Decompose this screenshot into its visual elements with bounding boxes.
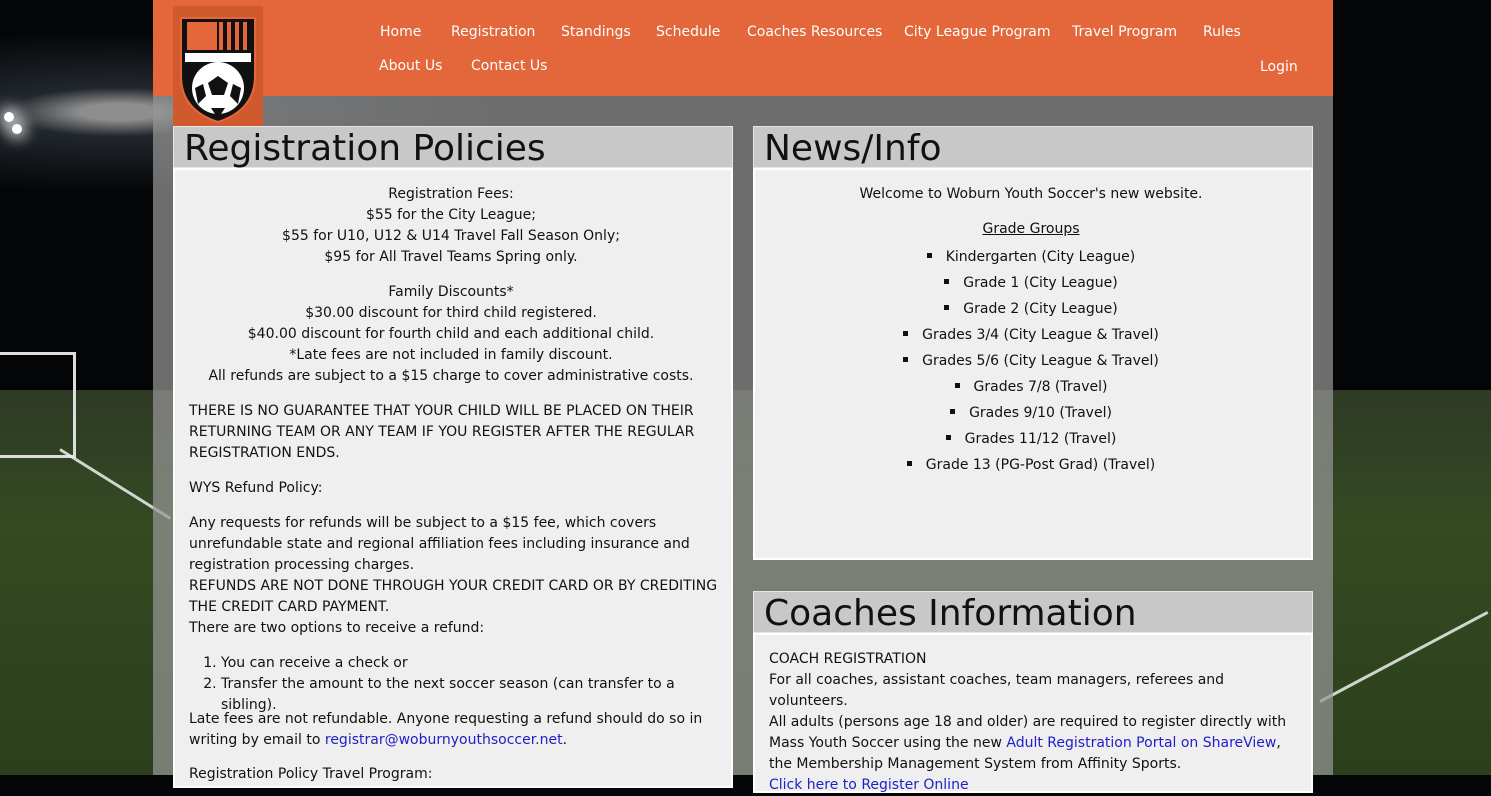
nav-city-league-program[interactable]: City League Program — [904, 24, 1051, 40]
adult-registration-portal-link[interactable]: Adult Registration Portal on ShareView — [1006, 735, 1276, 751]
registration-title: Registration Policies — [173, 126, 733, 169]
discounts-heading: Family Discounts* — [388, 284, 514, 300]
grade-group-item: Grades 9/10 (Travel) — [755, 400, 1307, 426]
nav-contact-us[interactable]: Contact Us — [471, 58, 547, 74]
grade-group-item: Grades 5/6 (City League & Travel) — [755, 348, 1307, 374]
grade-group-item: Grade 1 (City League) — [755, 270, 1307, 296]
refund-options-list: You can receive a check or Transfer the … — [189, 653, 724, 716]
nav-travel-program[interactable]: Travel Program — [1072, 24, 1177, 40]
discount-third-child: $30.00 discount for third child register… — [305, 305, 597, 321]
late-fees-note: *Late fees are not included in family di… — [289, 347, 613, 363]
registrar-email-link[interactable]: registrar@woburnyouthsoccer.net — [325, 732, 563, 748]
nav-registration[interactable]: Registration — [451, 24, 535, 40]
fee-travel-spring: $95 for All Travel Teams Spring only. — [324, 249, 578, 265]
register-online-link[interactable]: Click here to Register Online — [769, 777, 969, 793]
club-logo[interactable] — [173, 6, 263, 126]
refund-option-check: You can receive a check or — [221, 653, 724, 674]
grade-group-item: Grades 7/8 (Travel) — [755, 374, 1307, 400]
registration-panel: Registration Fees: $55 for the City Leag… — [173, 168, 733, 788]
grade-group-item: Grades 11/12 (Travel) — [755, 426, 1307, 452]
refund-options-intro: There are two options to receive a refun… — [189, 620, 485, 636]
grade-groups-list: Kindergarten (City League) Grade 1 (City… — [755, 244, 1307, 478]
news-title: News/Info — [753, 126, 1313, 169]
grade-group-item: Grades 3/4 (City League & Travel) — [755, 322, 1307, 348]
refund-charge-note: All refunds are subject to a $15 charge … — [208, 368, 694, 384]
late-fees-refund-text: Late fees are not refundable. Anyone req… — [189, 709, 709, 751]
nav-home[interactable]: Home — [380, 24, 421, 40]
nav-about-us[interactable]: About Us — [379, 58, 442, 74]
discount-fourth-child: $40.00 discount for fourth child and eac… — [247, 326, 655, 342]
soccer-crest-icon — [180, 17, 256, 124]
fee-travel-fall: $55 for U10, U12 & U14 Travel Fall Seaso… — [282, 228, 620, 244]
refund-policy-heading: WYS Refund Policy: — [189, 480, 323, 496]
coach-registration-text: COACH REGISTRATION For all coaches, assi… — [769, 649, 1294, 796]
nav-schedule[interactable]: Schedule — [656, 24, 720, 40]
grade-group-item: Kindergarten (City League) — [755, 244, 1307, 270]
registration-fees: Registration Fees: $55 for the City Leag… — [175, 184, 727, 268]
refund-fee-text: Any requests for refunds will be subject… — [189, 515, 690, 573]
grade-groups-heading: Grade Groups — [982, 221, 1080, 237]
coaches-panel: COACH REGISTRATION For all coaches, assi… — [753, 633, 1313, 793]
nav-rules[interactable]: Rules — [1203, 24, 1241, 40]
coaches-title: Coaches Information — [753, 591, 1313, 634]
guarantee-notice: THERE IS NO GUARANTEE THAT YOUR CHILD WI… — [189, 403, 695, 461]
period-text: . — [562, 732, 568, 748]
welcome-text: Welcome to Woburn Youth Soccer's new web… — [859, 186, 1203, 202]
grade-group-item: Grade 13 (PG-Post Grad) (Travel) — [755, 452, 1307, 478]
coach-registration-heading: COACH REGISTRATION — [769, 651, 927, 667]
fee-city-league: $55 for the City League; — [365, 207, 537, 223]
page-container: Home Registration Standings Schedule Coa… — [153, 0, 1333, 793]
news-panel: Welcome to Woburn Youth Soccer's new web… — [753, 168, 1313, 560]
refund-credit-card-notice: REFUNDS ARE NOT DONE THROUGH YOUR CREDIT… — [189, 578, 718, 615]
nav-standings[interactable]: Standings — [561, 24, 631, 40]
family-discounts: Family Discounts* $30.00 discount for th… — [175, 282, 727, 387]
site-header: Home Registration Standings Schedule Coa… — [153, 0, 1333, 96]
coach-registration-audience: For all coaches, assistant coaches, team… — [769, 672, 1225, 709]
nav-coaches-resources[interactable]: Coaches Resources — [747, 24, 882, 40]
refund-policy-text: Any requests for refunds will be subject… — [189, 513, 724, 639]
coach-registration-requirement: All adults (persons age 18 and older) ar… — [769, 714, 1287, 772]
grade-group-item: Grade 2 (City League) — [755, 296, 1307, 322]
nav-login[interactable]: Login — [1260, 59, 1298, 75]
fees-heading: Registration Fees: — [388, 186, 514, 202]
